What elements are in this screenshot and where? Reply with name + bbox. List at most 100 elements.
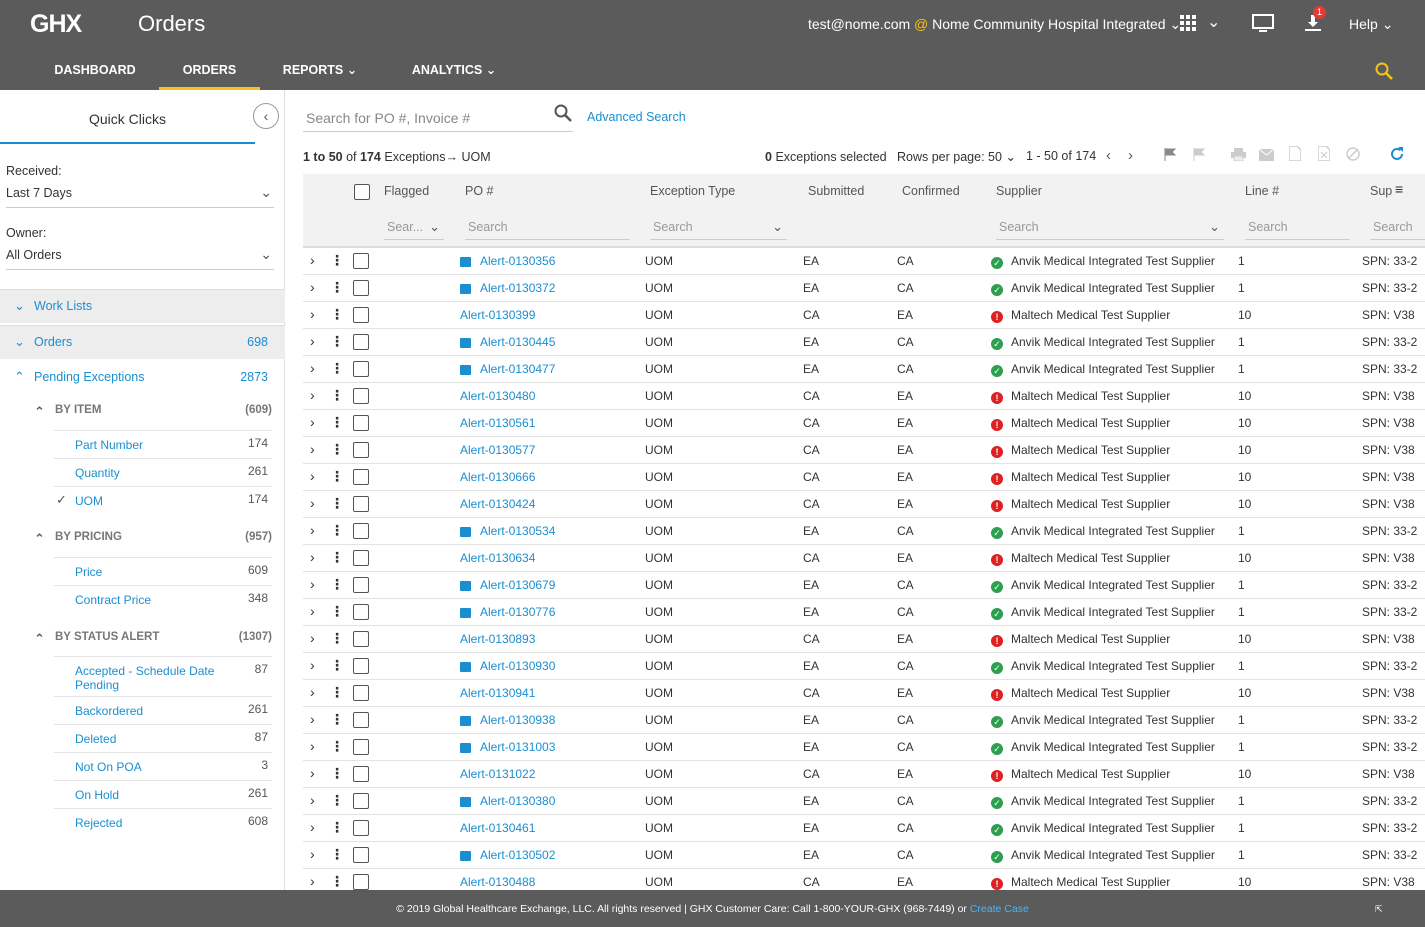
advanced-search-link[interactable]: Advanced Search bbox=[587, 110, 686, 124]
col-sup[interactable]: Sup bbox=[1370, 184, 1392, 198]
po-link[interactable]: Alert-0130488 bbox=[460, 875, 535, 889]
row-checkbox[interactable] bbox=[353, 658, 369, 674]
po-link[interactable]: Alert-0130477 bbox=[480, 362, 555, 376]
row-checkbox[interactable] bbox=[353, 469, 369, 485]
col-exception-type[interactable]: Exception Type bbox=[650, 184, 735, 198]
flag-icon[interactable] bbox=[1164, 148, 1177, 165]
expand-row-icon[interactable]: › bbox=[310, 360, 315, 376]
table-row[interactable]: › ⋮ Alert-0131003 UOM EA CA ✓ Anvik Medical Int… bbox=[303, 734, 1425, 761]
expand-row-icon[interactable]: › bbox=[310, 684, 315, 700]
comment-icon[interactable] bbox=[460, 365, 471, 375]
row-menu-icon[interactable]: ⋮ bbox=[330, 846, 344, 863]
pdf-icon[interactable] bbox=[1288, 145, 1302, 165]
expand-row-icon[interactable]: › bbox=[310, 468, 315, 484]
table-row[interactable]: › ⋮ Alert-0130480 UOM CA EA! Maltech Medical T… bbox=[303, 383, 1425, 410]
table-row[interactable]: › ⋮ Alert-0130634 UOM CA EA! Maltech Medical T… bbox=[303, 545, 1425, 572]
user-org-selector[interactable]: test@nome.com @ Nome Community Hospital … bbox=[808, 16, 1181, 33]
table-row[interactable]: › ⋮ Alert-0130356 UOM EA CA ✓ Anvik Medical Int… bbox=[303, 248, 1425, 275]
row-checkbox[interactable] bbox=[353, 793, 369, 809]
row-checkbox[interactable] bbox=[353, 820, 369, 836]
po-link[interactable]: Alert-0130930 bbox=[480, 659, 555, 673]
expand-row-icon[interactable]: › bbox=[310, 873, 315, 889]
filter-sup[interactable]: Search bbox=[1370, 214, 1425, 240]
apps-grid-icon[interactable] bbox=[1180, 15, 1196, 36]
expand-row-icon[interactable]: › bbox=[310, 738, 315, 754]
row-checkbox[interactable] bbox=[353, 361, 369, 377]
row-menu-icon[interactable]: ⋮ bbox=[330, 630, 344, 647]
col-flagged[interactable]: Flagged bbox=[384, 184, 429, 198]
print-icon[interactable] bbox=[1231, 148, 1246, 165]
expand-row-icon[interactable]: › bbox=[310, 549, 315, 565]
expand-row-icon[interactable]: › bbox=[310, 603, 315, 619]
expand-row-icon[interactable]: › bbox=[310, 414, 315, 430]
po-link[interactable]: Alert-0130634 bbox=[460, 551, 535, 565]
table-row[interactable]: › ⋮ Alert-0130577 UOM CA EA! Maltech Medical T… bbox=[303, 437, 1425, 464]
row-checkbox[interactable] bbox=[353, 712, 369, 728]
expand-row-icon[interactable]: › bbox=[310, 441, 315, 457]
expand-row-icon[interactable]: › bbox=[310, 630, 315, 646]
row-checkbox[interactable] bbox=[353, 739, 369, 755]
expand-row-icon[interactable]: › bbox=[310, 306, 315, 322]
comment-icon[interactable] bbox=[460, 716, 471, 726]
chevron-down-icon[interactable]: ⌄ bbox=[1207, 12, 1220, 32]
row-checkbox[interactable] bbox=[353, 685, 369, 701]
col-line[interactable]: Line # bbox=[1245, 184, 1279, 198]
monitor-icon[interactable] bbox=[1252, 14, 1274, 39]
po-link[interactable]: Alert-0130502 bbox=[480, 848, 555, 862]
po-link[interactable]: Alert-0130776 bbox=[480, 605, 555, 619]
row-menu-icon[interactable]: ⋮ bbox=[330, 252, 344, 269]
row-menu-icon[interactable]: ⋮ bbox=[330, 873, 344, 890]
row-menu-icon[interactable]: ⋮ bbox=[330, 495, 344, 512]
table-row[interactable]: › ⋮ Alert-0130893 UOM CA EA! Maltech Medical T… bbox=[303, 626, 1425, 653]
expand-row-icon[interactable]: › bbox=[310, 792, 315, 808]
row-checkbox[interactable] bbox=[353, 253, 369, 269]
nav-reports[interactable]: REPORTS ⌄ bbox=[280, 52, 360, 90]
row-menu-icon[interactable]: ⋮ bbox=[330, 360, 344, 377]
col-po[interactable]: PO # bbox=[465, 184, 494, 198]
table-row[interactable]: › ⋮ Alert-0130477 UOM EA CA ✓ Anvik Medical Int… bbox=[303, 356, 1425, 383]
po-link[interactable]: Alert-0131003 bbox=[480, 740, 555, 754]
po-link[interactable]: Alert-0131022 bbox=[460, 767, 535, 781]
row-menu-icon[interactable]: ⋮ bbox=[330, 792, 344, 809]
expand-row-icon[interactable]: › bbox=[310, 576, 315, 592]
table-row[interactable]: › ⋮ Alert-0130666 UOM CA EA! Maltech Medical T… bbox=[303, 464, 1425, 491]
po-link[interactable]: Alert-0130461 bbox=[460, 821, 535, 835]
row-menu-icon[interactable]: ⋮ bbox=[330, 387, 344, 404]
po-link[interactable]: Alert-0130445 bbox=[480, 335, 555, 349]
collapse-sidebar-button[interactable]: ‹ bbox=[253, 103, 279, 129]
comment-icon[interactable] bbox=[460, 284, 471, 294]
table-row[interactable]: › ⋮ Alert-0130938 UOM EA CA ✓ Anvik Medical Int… bbox=[303, 707, 1425, 734]
excel-icon[interactable] bbox=[1317, 145, 1331, 165]
po-link[interactable]: Alert-0130356 bbox=[480, 254, 555, 268]
po-link[interactable]: Alert-0130561 bbox=[460, 416, 535, 430]
group-by-pricing[interactable]: ⌃ BY PRICING (957) bbox=[34, 531, 272, 553]
search-icon[interactable] bbox=[1375, 62, 1393, 80]
po-invoice-search-input[interactable]: Search for PO #, Invoice # bbox=[303, 102, 573, 132]
row-checkbox[interactable] bbox=[353, 550, 369, 566]
row-menu-icon[interactable]: ⋮ bbox=[330, 306, 344, 323]
expand-row-icon[interactable]: › bbox=[310, 846, 315, 862]
next-page-icon[interactable]: › bbox=[1128, 147, 1133, 164]
expand-row-icon[interactable]: › bbox=[310, 765, 315, 781]
select-all-checkbox[interactable] bbox=[354, 184, 370, 200]
table-row[interactable]: › ⋮ Alert-0130502 UOM EA CA ✓ Anvik Medical Int… bbox=[303, 842, 1425, 869]
row-menu-icon[interactable]: ⋮ bbox=[330, 711, 344, 728]
refresh-icon[interactable] bbox=[1389, 146, 1405, 166]
table-row[interactable]: › ⋮ Alert-0130534 UOM EA CA ✓ Anvik Medical Int… bbox=[303, 518, 1425, 545]
row-checkbox[interactable] bbox=[353, 496, 369, 512]
expand-row-icon[interactable]: › bbox=[310, 819, 315, 835]
row-menu-icon[interactable]: ⋮ bbox=[330, 765, 344, 782]
po-link[interactable]: Alert-0130399 bbox=[460, 308, 535, 322]
po-link[interactable]: Alert-0130380 bbox=[480, 794, 555, 808]
nav-analytics[interactable]: ANALYTICS ⌄ bbox=[408, 52, 500, 90]
sidebar-item-deleted[interactable]: Deleted 87 bbox=[54, 724, 272, 752]
sidebar-section-pending-exceptions[interactable]: ⌃ Pending Exceptions 2873 bbox=[0, 361, 285, 395]
table-row[interactable]: › ⋮ Alert-0130461 UOM EA CA ✓ Anvik Medical Int… bbox=[303, 815, 1425, 842]
row-checkbox[interactable] bbox=[353, 415, 369, 431]
po-link[interactable]: Alert-0130666 bbox=[460, 470, 535, 484]
comment-icon[interactable] bbox=[460, 662, 471, 672]
prev-page-icon[interactable]: ‹ bbox=[1106, 147, 1111, 164]
table-row[interactable]: › ⋮ Alert-0130380 UOM EA CA ✓ Anvik Medical Int… bbox=[303, 788, 1425, 815]
nav-dashboard[interactable]: DASHBOARD bbox=[45, 52, 145, 90]
table-row[interactable]: › ⋮ Alert-0130399 UOM CA EA! Maltech Medical T… bbox=[303, 302, 1425, 329]
